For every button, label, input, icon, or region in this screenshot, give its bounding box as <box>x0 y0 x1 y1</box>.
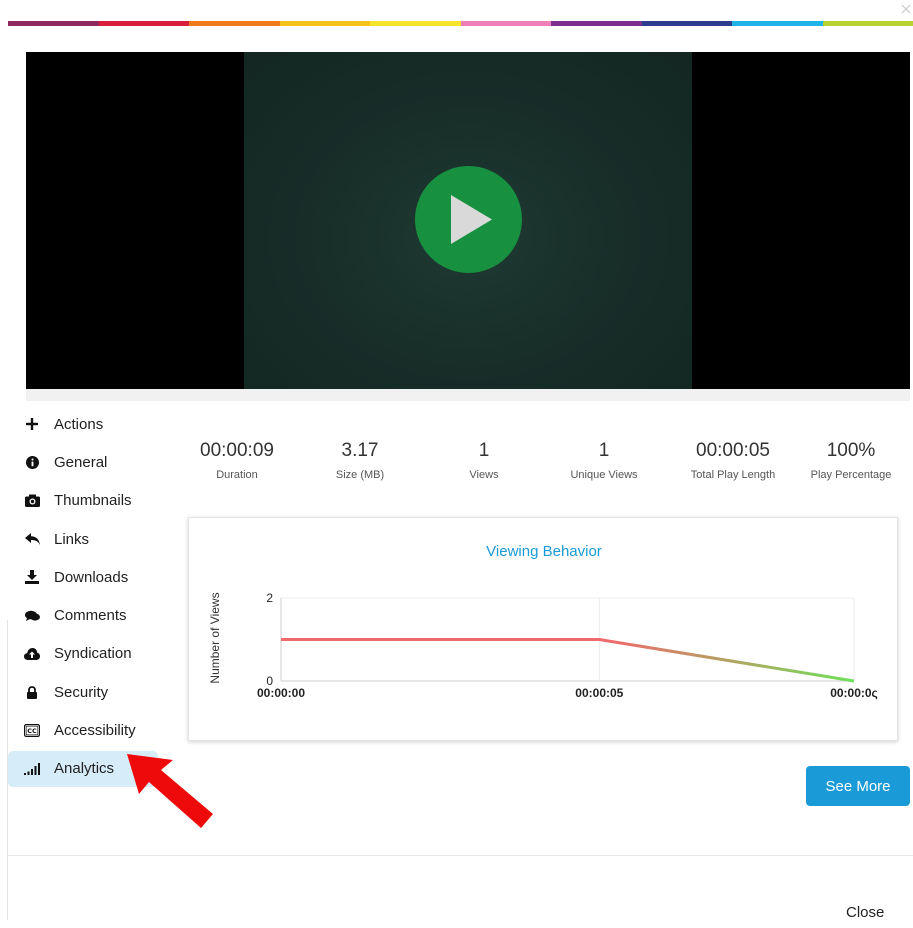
sidebar-item-label: Thumbnails <box>54 492 132 510</box>
sidebar-item-thumbnails[interactable]: Thumbnails <box>8 482 160 520</box>
left-divider <box>0 620 8 920</box>
red-arrow-icon <box>127 754 213 828</box>
play-button[interactable] <box>415 166 522 273</box>
footer-divider <box>8 855 913 856</box>
stat-value: 1 <box>478 440 490 461</box>
series-line <box>281 638 855 683</box>
download-icon <box>24 569 40 585</box>
stat-unique-views: 1 Unique Views <box>536 440 672 481</box>
sidebar-item-security[interactable]: Security <box>8 673 160 711</box>
stripe-segment <box>641 21 732 26</box>
stripe-segment <box>370 21 461 26</box>
x-tick-label: 00:00:0ς <box>830 686 878 700</box>
stat-total-play-length: 00:00:05 Total Play Length <box>672 440 794 481</box>
cloud-upload-icon <box>24 646 40 662</box>
chart-series <box>281 638 855 683</box>
sidebar-item-accessibility[interactable]: CC Accessibility <box>8 711 160 749</box>
y-tick-label: 2 <box>266 591 273 605</box>
stat-label: Size (MB) <box>335 469 385 481</box>
sidebar-item-syndication[interactable]: Syndication <box>8 635 160 673</box>
sidebar-nav: Actions General Thumbnails Links Downloa… <box>8 405 160 787</box>
stripe-segment <box>8 21 99 26</box>
stat-value: 3.17 <box>341 440 379 461</box>
close-x-icon[interactable] <box>901 4 913 16</box>
stripe-segment <box>551 21 642 26</box>
stat-label: Play Percentage <box>810 469 892 481</box>
sidebar-item-label: Accessibility <box>54 722 136 740</box>
sidebar-item-label: Comments <box>54 607 127 625</box>
stat-value: 00:00:09 <box>200 440 274 461</box>
x-tick-label: 00:00:00 <box>257 686 305 700</box>
stat-label: Duration <box>216 469 258 481</box>
stat-label: Views <box>469 469 499 481</box>
sidebar-item-general[interactable]: General <box>8 443 160 481</box>
stat-value: 1 <box>598 440 610 461</box>
media-details-dialog: Actions General Thumbnails Links Downloa… <box>0 0 913 928</box>
stripe-segment <box>822 21 913 26</box>
sidebar-item-label: Syndication <box>54 645 132 663</box>
plus-icon <box>24 416 40 432</box>
stat-size: 3.17 Size (MB) <box>288 440 432 481</box>
stat-value: 100% <box>826 440 876 461</box>
sidebar-item-label: General <box>54 453 108 471</box>
sidebar-item-label: Actions <box>54 415 104 433</box>
chart-title: Viewing Behavior <box>486 543 602 560</box>
sidebar-item-label: Security <box>54 683 109 701</box>
stat-play-percentage: 100% Play Percentage <box>794 440 908 481</box>
stripe-segment <box>189 21 280 26</box>
sidebar-item-downloads[interactable]: Downloads <box>8 558 160 596</box>
sidebar-item-actions[interactable]: Actions <box>8 405 160 443</box>
x-tick-label: 00:00:05 <box>575 686 623 700</box>
close-button[interactable]: Close <box>846 904 884 921</box>
stat-views: 1 Views <box>432 440 536 481</box>
video-control-bar <box>26 389 910 401</box>
stripe-segment <box>279 21 370 26</box>
chart-axes: 0200:00:00 00:00:05 00:00:0ς <box>257 591 878 700</box>
stripe-segment <box>98 21 189 26</box>
sidebar-item-comments[interactable]: Comments <box>8 596 160 634</box>
signal-bars-icon <box>24 761 40 777</box>
stat-label: Unique Views <box>570 469 638 481</box>
chart-svg: Viewing Behavior Number of Views 0200:00… <box>208 543 878 700</box>
stripe-segment <box>732 21 823 26</box>
sidebar-item-label: Links <box>54 530 90 548</box>
stat-value: 00:00:05 <box>696 440 770 461</box>
stat-duration: 00:00:09 Duration <box>186 440 288 481</box>
stats-row: 00:00:09 Duration 3.17 Size (MB) 1 Views… <box>186 440 908 481</box>
info-icon <box>24 454 40 470</box>
svg-text:CC: CC <box>27 727 37 735</box>
reply-icon <box>24 531 40 547</box>
see-more-button[interactable]: See More <box>806 766 910 806</box>
camera-icon <box>24 493 40 509</box>
stripe-segment <box>460 21 551 26</box>
y-axis-label: Number of Views <box>208 592 222 683</box>
lock-icon <box>24 684 40 700</box>
video-player[interactable] <box>26 52 910 389</box>
brand-color-stripe <box>8 21 913 26</box>
sidebar-item-label: Downloads <box>54 568 129 586</box>
sidebar-item-label: Analytics <box>54 760 115 778</box>
comments-icon <box>24 608 40 624</box>
sidebar-item-links[interactable]: Links <box>8 520 160 558</box>
viewing-behavior-chart: Viewing Behavior Number of Views 0 2 00:00… <box>188 517 898 741</box>
closed-captions-icon: CC <box>24 723 40 739</box>
stat-label: Total Play Length <box>690 469 776 481</box>
play-icon <box>451 195 492 244</box>
